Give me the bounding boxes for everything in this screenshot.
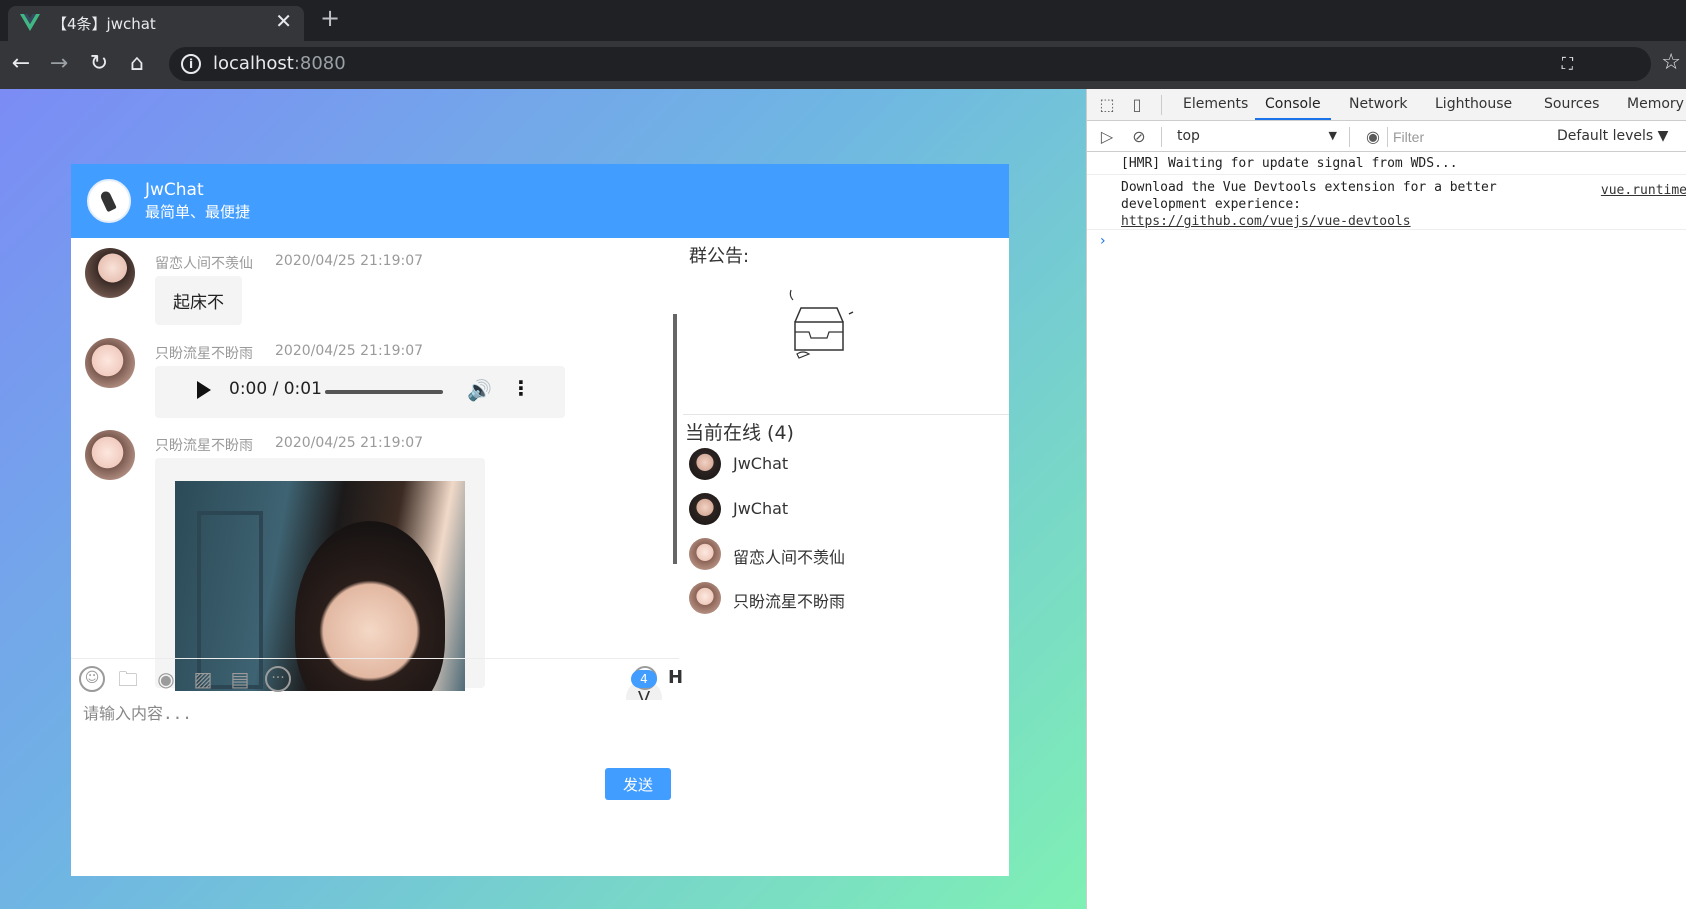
translate-icon[interactable]: ⛶ bbox=[1562, 54, 1573, 74]
bookmark-star-icon[interactable]: ☆ bbox=[1661, 50, 1681, 75]
avatar[interactable] bbox=[85, 248, 135, 298]
online-user-name: JwChat bbox=[733, 454, 789, 473]
console-filter-input[interactable] bbox=[1393, 126, 1543, 148]
context-selector[interactable]: top ▼ bbox=[1177, 128, 1337, 144]
online-user-name: 留恋人间不羡仙 bbox=[733, 548, 846, 567]
h-button[interactable]: H bbox=[668, 667, 683, 688]
volume-icon[interactable]: 🔊 bbox=[467, 378, 492, 402]
message-input[interactable] bbox=[83, 700, 673, 760]
chat-subtitle: 最简单、最便捷 bbox=[145, 203, 251, 221]
devtools-tabbar: ⬚ ▯ Elements Console Network Lighthouse … bbox=[1087, 89, 1686, 121]
back-icon[interactable]: ← bbox=[6, 49, 36, 79]
empty-inbox-icon bbox=[789, 289, 854, 359]
active-tab-indicator bbox=[1255, 118, 1331, 120]
document-icon[interactable]: ▤ bbox=[227, 666, 253, 692]
chat-window: JwChat 最简单、最便捷 留恋人间不羡仙 2020/04/25 21:19:… bbox=[71, 164, 1009, 876]
console-message: Download the Vue Devtools extension for … bbox=[1087, 175, 1686, 230]
sidebar-toggle-icon[interactable]: ▷ bbox=[1097, 127, 1117, 147]
message-sender: 只盼流星不盼雨 bbox=[155, 346, 253, 362]
message-sender: 留恋人间不羡仙 bbox=[155, 256, 253, 272]
console-filter-bar: ▷ ⊘ top▼ ◉ Default levels ▼ bbox=[1087, 122, 1686, 152]
site-info-icon[interactable]: i bbox=[181, 54, 201, 74]
separator bbox=[1387, 127, 1388, 147]
log-levels-dropdown[interactable]: Default levels ▼ bbox=[1557, 128, 1668, 144]
message-time: 2020/04/25 21:19:07 bbox=[275, 253, 424, 269]
chat-title: JwChat bbox=[145, 180, 204, 200]
tab-close-icon[interactable]: ✕ bbox=[275, 9, 292, 33]
message-sender: 只盼流星不盼雨 bbox=[155, 438, 253, 454]
message-time: 2020/04/25 21:19:07 bbox=[275, 343, 424, 359]
home-icon[interactable]: ⌂ bbox=[122, 49, 152, 79]
message-image[interactable] bbox=[175, 481, 465, 691]
separator bbox=[1161, 127, 1162, 147]
online-user-name: JwChat bbox=[733, 499, 789, 518]
group-sidebar: 群公告: 当前在线 (4) JwChat JwChat 留恋人间不羡仙 只盼流星… bbox=[683, 238, 1009, 700]
folder-icon[interactable]: 🗀 bbox=[115, 666, 141, 692]
avatar bbox=[689, 448, 721, 480]
audio-player: 0:00 / 0:01 🔊 ⋮ bbox=[155, 366, 565, 418]
online-user-item[interactable]: 只盼流星不盼雨 bbox=[689, 582, 989, 616]
scrollbar[interactable] bbox=[673, 314, 677, 564]
image-icon[interactable]: ▨ bbox=[190, 666, 216, 692]
tab-lighthouse[interactable]: Lighthouse bbox=[1435, 96, 1512, 112]
tab-memory[interactable]: Memory bbox=[1627, 96, 1684, 112]
more-icon[interactable]: ··· bbox=[265, 666, 291, 692]
online-user-item[interactable]: 留恋人间不羡仙 bbox=[689, 538, 989, 572]
chat-logo bbox=[87, 179, 131, 223]
online-user-name: 只盼流星不盼雨 bbox=[733, 592, 846, 611]
reload-icon[interactable]: ↻ bbox=[84, 49, 114, 79]
page-background: JwChat 最简单、最便捷 留恋人间不羡仙 2020/04/25 21:19:… bbox=[0, 89, 1086, 909]
more-options-icon[interactable]: ⋮ bbox=[511, 376, 531, 400]
message-time: 2020/04/25 21:19:07 bbox=[275, 435, 424, 451]
unread-badge: 4 bbox=[631, 670, 657, 688]
message-bubble: 起床不 bbox=[155, 276, 242, 325]
tab-console[interactable]: Console bbox=[1265, 96, 1321, 112]
webcam-icon[interactable]: ◉ bbox=[153, 666, 179, 692]
vue-logo-icon bbox=[20, 14, 40, 31]
new-tab-button[interactable]: + bbox=[320, 4, 340, 32]
avatar bbox=[689, 538, 721, 570]
device-toggle-icon[interactable]: ▯ bbox=[1127, 95, 1147, 115]
avatar bbox=[689, 582, 721, 614]
separator bbox=[1349, 127, 1350, 147]
console-prompt[interactable]: › bbox=[1100, 233, 1106, 249]
send-button[interactable]: 发送 bbox=[605, 768, 671, 800]
clear-console-icon[interactable]: ⊘ bbox=[1129, 127, 1149, 147]
tab-network[interactable]: Network bbox=[1349, 96, 1407, 112]
online-user-item[interactable]: JwChat bbox=[689, 448, 989, 482]
avatar bbox=[689, 493, 721, 525]
address-bar[interactable]: i localhost:8080 ⛶ ☆ bbox=[169, 47, 1681, 81]
chat-header: JwChat 最简单、最便捷 bbox=[71, 164, 1009, 238]
divider bbox=[683, 414, 1009, 415]
notice-title: 群公告: bbox=[689, 246, 750, 267]
eye-icon[interactable]: ◉ bbox=[1363, 127, 1383, 147]
tab-title: 【4条】jwchat bbox=[52, 15, 156, 33]
avatar[interactable] bbox=[85, 430, 135, 480]
play-icon[interactable] bbox=[197, 381, 211, 399]
online-title: 当前在线 (4) bbox=[685, 422, 794, 444]
console-source-link[interactable]: vue.runtime bbox=[1601, 182, 1686, 199]
url-text[interactable]: localhost:8080 bbox=[213, 53, 346, 74]
emoji-icon[interactable]: ☺ bbox=[79, 666, 105, 692]
separator bbox=[1161, 95, 1162, 115]
browser-toolbar: ← → ↻ ⌂ i localhost:8080 ⛶ ☆ bbox=[0, 41, 1686, 89]
browser-tabbar: 【4条】jwchat ✕ + bbox=[0, 0, 1686, 41]
console-message: [HMR] Waiting for update signal from WDS… bbox=[1087, 153, 1686, 175]
inspect-icon[interactable]: ⬚ bbox=[1097, 95, 1117, 115]
online-user-item[interactable]: JwChat bbox=[689, 493, 989, 527]
console-link[interactable]: https://github.com/vuejs/vue-devtools bbox=[1121, 213, 1686, 230]
tab-sources[interactable]: Sources bbox=[1544, 96, 1599, 112]
input-divider bbox=[71, 658, 679, 659]
devtools-panel: ⬚ ▯ Elements Console Network Lighthouse … bbox=[1086, 89, 1686, 909]
audio-progress-slider[interactable] bbox=[325, 390, 443, 394]
message-list[interactable]: 留恋人间不羡仙 2020/04/25 21:19:07 起床不 只盼流星不盼雨 … bbox=[71, 238, 719, 700]
avatar[interactable] bbox=[85, 338, 135, 388]
image-bubble bbox=[155, 458, 485, 691]
tab-elements[interactable]: Elements bbox=[1183, 96, 1248, 112]
forward-icon[interactable]: → bbox=[44, 49, 74, 79]
browser-tab[interactable]: 【4条】jwchat ✕ bbox=[8, 6, 304, 41]
audio-time: 0:00 / 0:01 bbox=[229, 379, 322, 399]
